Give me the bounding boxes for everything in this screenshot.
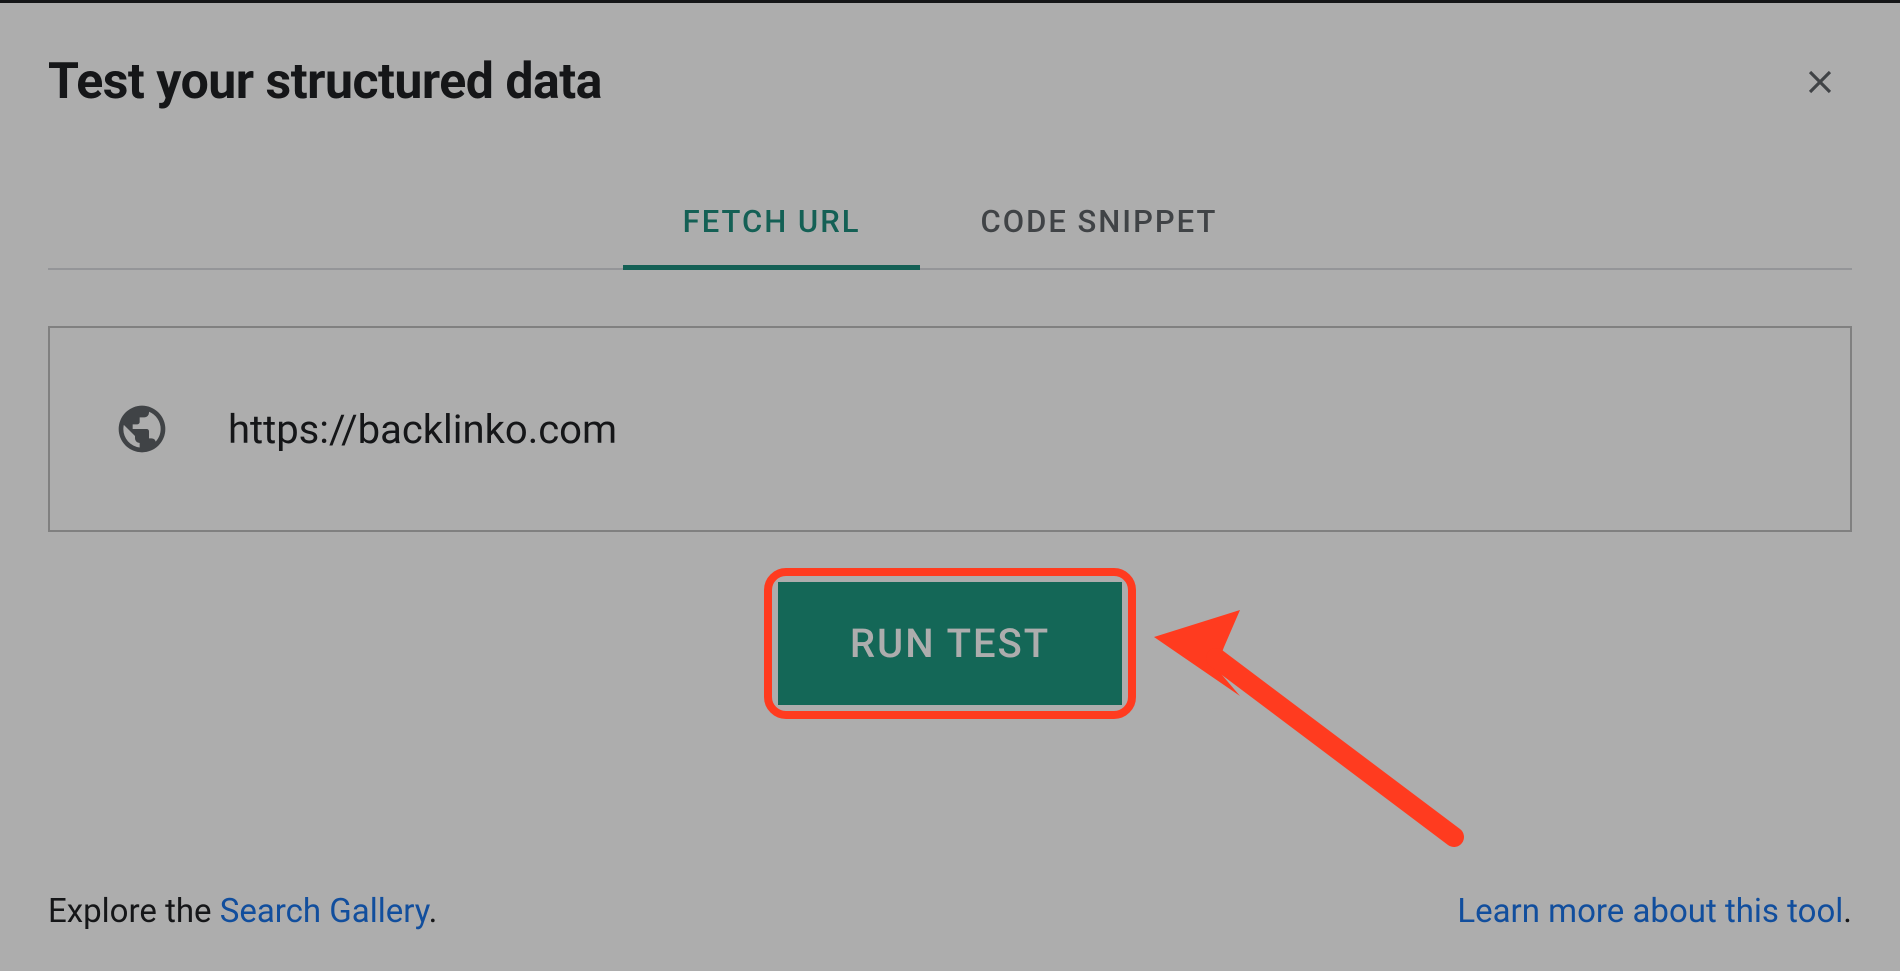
close-button[interactable] [1796, 58, 1844, 106]
close-icon [1801, 63, 1839, 101]
tab-bar: FETCH URL CODE SNIPPET [48, 181, 1852, 270]
globe-icon [114, 401, 170, 457]
dialog-header: Test your structured data [0, 3, 1900, 121]
tab-fetch-url[interactable]: FETCH URL [623, 181, 921, 268]
explore-suffix: . [429, 892, 438, 931]
run-row: RUN TEST [0, 582, 1900, 705]
url-input[interactable] [226, 405, 1786, 454]
learn-more-text: Learn more about this tool. [1457, 892, 1852, 931]
dialog-title: Test your structured data [48, 53, 602, 111]
explore-text: Explore the Search Gallery. [48, 892, 437, 931]
tab-code-snippet[interactable]: CODE SNIPPET [920, 181, 1277, 268]
url-field-container[interactable] [48, 326, 1852, 532]
learn-more-link[interactable]: Learn more about this tool [1457, 892, 1843, 931]
learn-more-suffix: . [1843, 892, 1852, 931]
dialog-footer: Explore the Search Gallery. Learn more a… [48, 892, 1852, 931]
structured-data-dialog: Test your structured data FETCH URL CODE… [0, 0, 1900, 971]
search-gallery-link[interactable]: Search Gallery [220, 892, 429, 931]
explore-prefix: Explore the [48, 892, 220, 931]
run-test-button[interactable]: RUN TEST [778, 582, 1122, 705]
